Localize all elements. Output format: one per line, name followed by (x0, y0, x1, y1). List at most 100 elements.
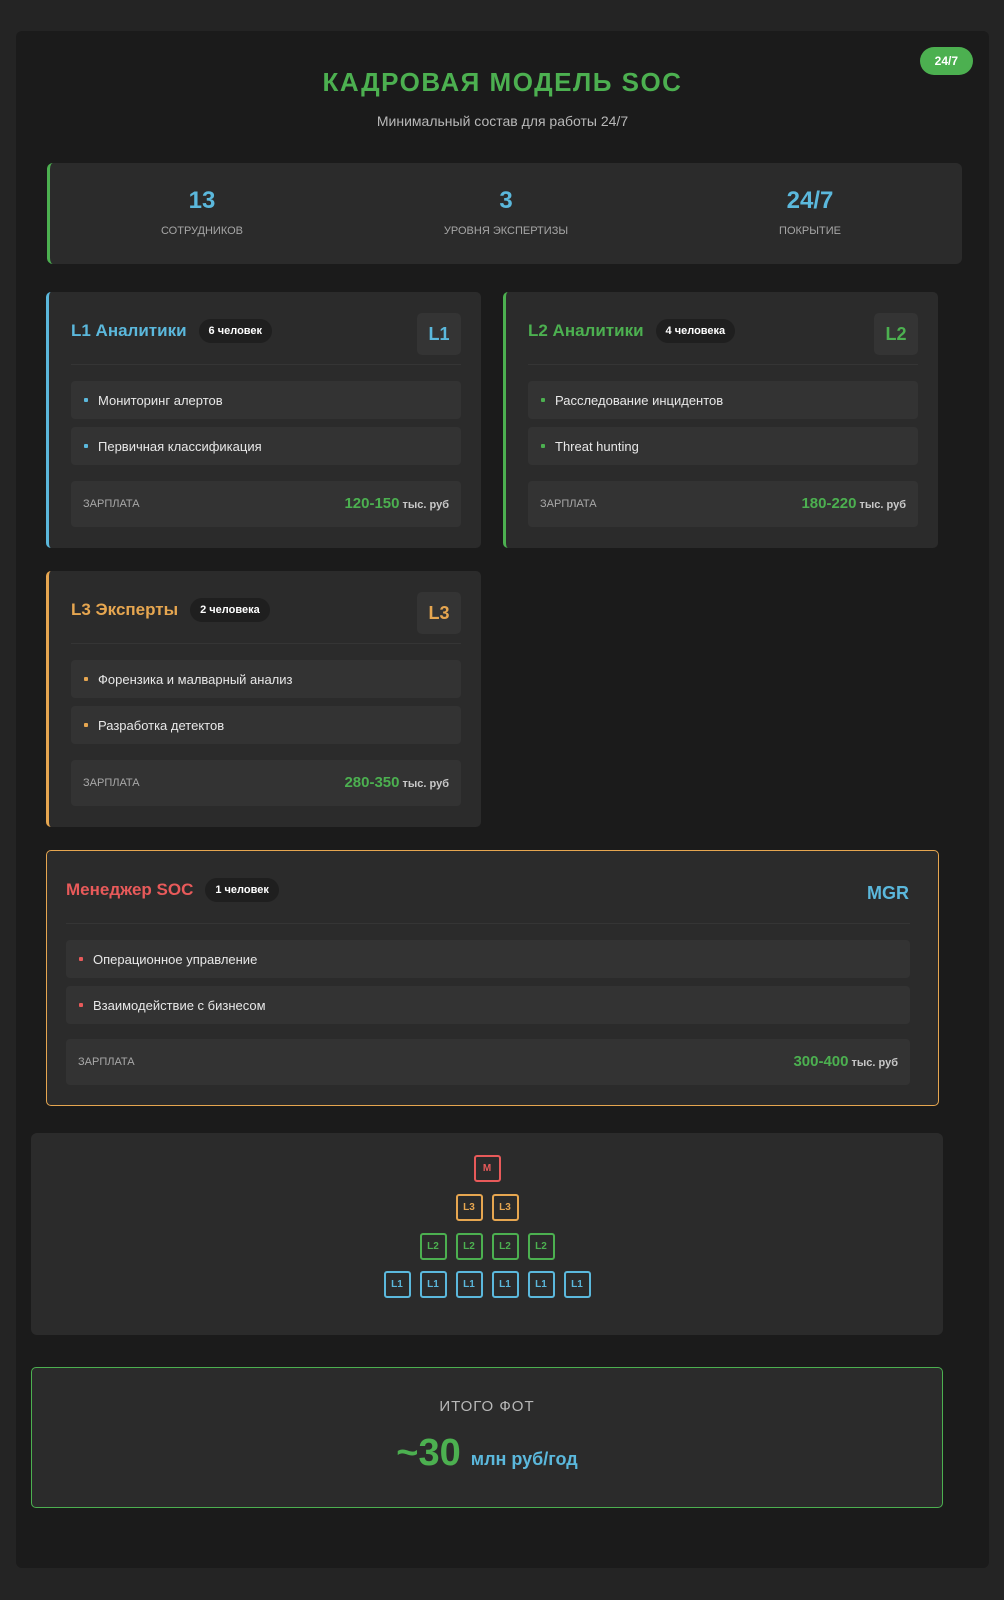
card-title: L2 Аналитики (528, 321, 644, 340)
duty-label: Операционное управление (93, 951, 258, 967)
salary-label: ЗАРПЛАТА (83, 498, 140, 510)
salary-row: ЗАРПЛАТА 280-350 тыс. руб (71, 760, 461, 806)
salary-unit: тыс. руб (851, 1057, 899, 1069)
card-head: L3 Эксперты 2 человека (71, 598, 270, 622)
bullet-icon (541, 444, 545, 448)
pyramid-row: L1 L1 L1 L1 L1 L1 (31, 1271, 943, 1298)
card-title: L1 Аналитики (71, 321, 187, 340)
salary-row: ЗАРПЛАТА 180-220 тыс. руб (528, 481, 918, 527)
duty-item: Разработка детектов (71, 706, 461, 744)
pyramid-box: L1 (491, 1271, 519, 1298)
pyramid-row: L3 L3 (31, 1194, 943, 1221)
salary-amount: 300-400 тыс. руб (793, 1053, 898, 1071)
total-label: ИТОГО ФОТ (439, 1398, 535, 1415)
salary-amount: 280-350 тыс. руб (344, 774, 449, 792)
pyramid-box: L2 (491, 1233, 519, 1260)
divider (71, 643, 461, 644)
salary-amount: 120-150 тыс. руб (344, 495, 449, 513)
page-subtitle: Минимальный состав для работы 24/7 (376, 113, 629, 129)
pyramid-box: M (473, 1155, 501, 1182)
pyramid-box: L2 (419, 1233, 447, 1260)
card-l1-analysts: L1 Аналитики 6 человек L1 Мониторинг але… (46, 292, 481, 548)
card-head: Менеджер SOC 1 человек (66, 878, 279, 902)
bullet-icon (84, 398, 88, 402)
card-head: L2 Аналитики 4 человека (528, 319, 736, 343)
level-tag: MGR (867, 882, 909, 903)
stat-value: 24/7 (786, 187, 834, 214)
level-tag: L1 (417, 313, 461, 355)
bullet-icon (79, 957, 83, 961)
duty-item: Взаимодействие с бизнесом (66, 986, 910, 1024)
pyramid-box: L1 (527, 1271, 555, 1298)
stats-bar: 13 СОТРУДНИКОВ 3 УРОВНЯ ЭКСПЕРТИЗЫ 24/7 … (47, 163, 962, 264)
pyramid-box: L3 (455, 1194, 483, 1221)
divider (66, 923, 910, 924)
salary-unit: тыс. руб (402, 499, 450, 511)
stat-label: ПОКРЫТИЕ (779, 225, 841, 237)
bullet-icon (79, 1003, 83, 1007)
stat-value: 3 (499, 187, 513, 214)
divider (71, 364, 461, 365)
bullet-icon (541, 398, 545, 402)
level-tag: L3 (417, 592, 461, 634)
total-value: ~30 (396, 1432, 461, 1474)
page-title: КАДРОВАЯ МОДЕЛЬ SOC (322, 67, 683, 97)
salary-value: 280-350 (344, 774, 400, 791)
duty-label: Расследование инцидентов (555, 392, 724, 408)
stat-label: СОТРУДНИКОВ (160, 225, 244, 237)
headcount-badge: 4 человека (655, 319, 736, 343)
bullet-icon (84, 444, 88, 448)
total-line: ~30 млн руб/год (32, 1432, 942, 1475)
duty-label: Разработка детектов (98, 717, 225, 733)
pyramid-box: L1 (563, 1271, 591, 1298)
pyramid-box: L1 (455, 1271, 483, 1298)
total-payroll: ИТОГО ФОТ ~30 млн руб/год (31, 1367, 943, 1508)
salary-unit: тыс. руб (859, 499, 907, 511)
pyramid-box: L2 (455, 1233, 483, 1260)
team-pyramid: M L3 L3 L2 L2 L2 L2 L1 L1 L1 L1 L1 L1 (31, 1133, 943, 1335)
headcount-badge: 1 человек (205, 878, 279, 902)
stat-value: 13 (188, 187, 216, 214)
duty-label: Взаимодействие с бизнесом (93, 997, 266, 1013)
headcount-badge: 6 человек (198, 319, 273, 343)
card-head: L1 Аналитики 6 человек (71, 319, 273, 343)
pyramid-box: L2 (527, 1233, 555, 1260)
level-tag: L2 (874, 313, 918, 355)
duty-item: Расследование инцидентов (528, 381, 918, 419)
duty-label: Мониторинг алертов (98, 392, 223, 408)
headcount-badge: 2 человека (190, 598, 270, 622)
duty-label: Threat hunting (555, 438, 639, 454)
salary-row: ЗАРПЛАТА 120-150 тыс. руб (71, 481, 461, 527)
duty-label: Форензика и малварный анализ (98, 671, 293, 687)
stat-levels: 3 УРОВНЯ ЭКСПЕРТИЗЫ (354, 163, 658, 264)
duty-item: Threat hunting (528, 427, 918, 465)
divider (528, 364, 918, 365)
stat-employees: 13 СОТРУДНИКОВ (50, 163, 354, 264)
salary-value: 180-220 (801, 495, 857, 512)
soc-panel: 24/7 КАДРОВАЯ МОДЕЛЬ SOC Минимальный сос… (16, 31, 989, 1568)
card-title: L3 Эксперты (71, 600, 179, 619)
total-unit: млн руб/год (470, 1449, 578, 1469)
salary-value: 300-400 (793, 1053, 849, 1070)
card-l2-analysts: L2 Аналитики 4 человека L2 Расследование… (503, 292, 938, 548)
card-l3-experts: L3 Эксперты 2 человека L3 Форензика и ма… (46, 571, 481, 827)
duty-item: Форензика и малварный анализ (71, 660, 461, 698)
salary-row: ЗАРПЛАТА 300-400 тыс. руб (66, 1039, 910, 1085)
duty-label: Первичная классификация (98, 438, 262, 454)
pyramid-row: M (31, 1155, 943, 1182)
pyramid-row: L2 L2 L2 L2 (31, 1233, 943, 1260)
pyramid-box: L3 (491, 1194, 519, 1221)
duty-item: Мониторинг алертов (71, 381, 461, 419)
salary-label: ЗАРПЛАТА (83, 777, 140, 789)
duty-item: Операционное управление (66, 940, 910, 978)
pyramid-box: L1 (383, 1271, 411, 1298)
stat-coverage: 24/7 ПОКРЫТИЕ (658, 163, 962, 264)
bullet-icon (84, 723, 88, 727)
salary-amount: 180-220 тыс. руб (801, 495, 906, 513)
salary-label: ЗАРПЛАТА (540, 498, 597, 510)
card-soc-manager: Менеджер SOC 1 человек MGR Операционное … (46, 850, 939, 1106)
duty-item: Первичная классификация (71, 427, 461, 465)
stat-label: УРОВНЯ ЭКСПЕРТИЗЫ (443, 225, 569, 237)
salary-unit: тыс. руб (402, 778, 450, 790)
salary-value: 120-150 (344, 495, 400, 512)
